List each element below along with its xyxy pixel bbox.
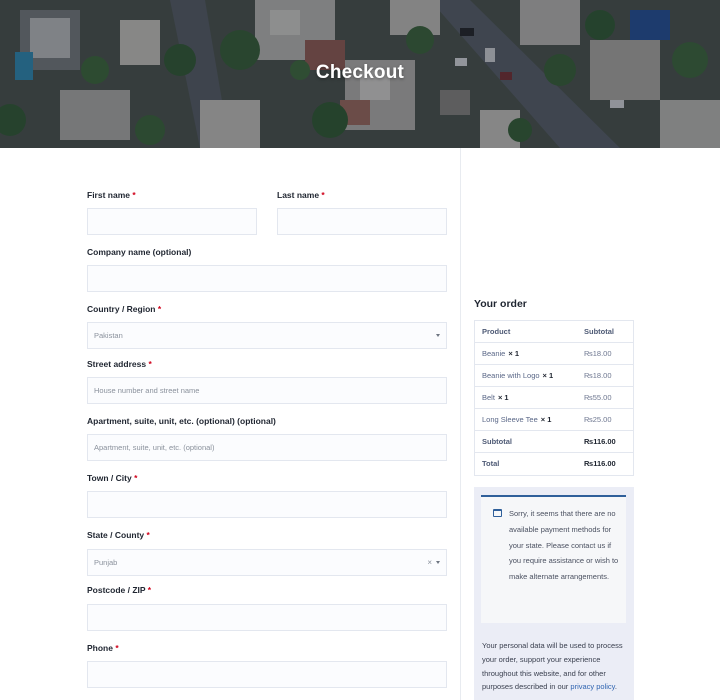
town-input[interactable] [87,491,447,518]
required-marker: * [148,359,152,369]
last-name-label: Last name * [277,190,325,200]
subtotal-label: Subtotal [482,437,512,446]
country-label: Country / Region * [87,304,161,314]
clear-icon[interactable]: × [427,550,432,575]
product-qty: × 1 [508,349,519,358]
chevron-down-icon [436,334,440,337]
apartment-label: Apartment, suite, unit, etc. (optional) … [87,416,276,426]
state-label-text: State / County [87,530,145,540]
state-selected-value: Punjab [94,558,118,567]
postcode-input[interactable] [87,604,447,631]
chevron-down-icon [436,561,440,564]
product-name: Beanie [482,349,506,358]
required-marker: * [147,585,152,595]
order-total-row: Total ₨116.00 [475,453,633,475]
info-window-icon [493,509,502,517]
product-price: ₨18.00 [584,371,612,380]
order-item-cell: Long Sleeve Tee × 1 [482,409,551,431]
postcode-label-text: Postcode / ZIP [87,585,146,595]
state-select[interactable]: Punjab × [87,549,447,576]
column-divider [460,148,461,700]
privacy-notice: Your personal data will be used to proce… [482,639,632,694]
required-marker: * [134,473,138,483]
last-name-label-text: Last name [277,190,320,200]
street-address-input[interactable] [87,377,447,404]
product-price: ₨25.00 [584,415,612,424]
product-price: ₨55.00 [584,393,612,402]
product-qty: × 1 [497,393,509,402]
privacy-policy-link[interactable]: privacy policy [570,682,614,691]
required-marker: * [115,643,119,653]
total-label: Total [482,459,500,468]
total-value: ₨116.00 [584,459,616,468]
product-qty: × 1 [540,415,552,424]
col-product: Product [482,327,511,336]
payment-notice: Sorry, it seems that there are no availa… [481,495,626,623]
street-label: Street address * [87,359,152,369]
order-item-row: Long Sleeve Tee × 1 ₨25.00 [475,409,633,431]
first-name-label-text: First name [87,190,130,200]
page-title: Checkout [315,62,405,83]
country-selected-value: Pakistan [94,331,123,340]
phone-input[interactable] [87,661,447,688]
country-select[interactable]: Pakistan [87,322,447,349]
phone-label-text: Phone [87,643,113,653]
product-price: ₨18.00 [584,349,612,358]
order-heading: Your order [474,298,527,310]
required-marker: * [146,530,150,540]
required-marker: * [321,190,325,200]
country-label-text: Country / Region [87,304,156,314]
col-subtotal: Subtotal [584,327,614,336]
last-name-input[interactable] [277,208,447,235]
postcode-label: Postcode / ZIP * [87,585,151,595]
order-subtotal-row: Subtotal ₨116.00 [475,431,633,453]
order-item-row: Beanie × 1 ₨18.00 [475,343,633,365]
company-input[interactable] [87,265,447,292]
town-label-text: Town / City [87,473,132,483]
order-item-row: Beanie with Logo × 1 ₨18.00 [475,365,633,387]
required-marker: * [132,190,136,200]
product-name: Long Sleeve Tee [482,415,538,424]
state-label: State / County * [87,530,150,540]
first-name-label: First name * [87,190,136,200]
order-item-cell: Beanie × 1 [482,343,519,365]
order-item-row: Belt × 1 ₨55.00 [475,387,633,409]
apartment-input[interactable] [87,434,447,461]
product-qty: × 1 [542,371,554,380]
payment-section: Sorry, it seems that there are no availa… [474,487,634,700]
street-label-text: Street address [87,359,147,369]
order-table: Product Subtotal Beanie × 1 ₨18.00 Beanie… [474,320,634,476]
subtotal-value: ₨116.00 [584,437,616,446]
payment-notice-text: Sorry, it seems that there are no availa… [509,509,619,582]
phone-label: Phone * [87,643,119,653]
product-name: Beanie with Logo [482,371,540,380]
town-label: Town / City * [87,473,137,483]
privacy-notice-end: . [614,682,617,692]
order-item-cell: Belt × 1 [482,387,509,409]
company-label: Company name (optional) [87,247,192,257]
first-name-input[interactable] [87,208,257,235]
order-item-cell: Beanie with Logo × 1 [482,365,553,387]
required-marker: * [157,304,162,314]
order-table-header: Product Subtotal [475,321,633,343]
hero-banner: Checkout [0,0,720,148]
product-name: Belt [482,393,495,402]
